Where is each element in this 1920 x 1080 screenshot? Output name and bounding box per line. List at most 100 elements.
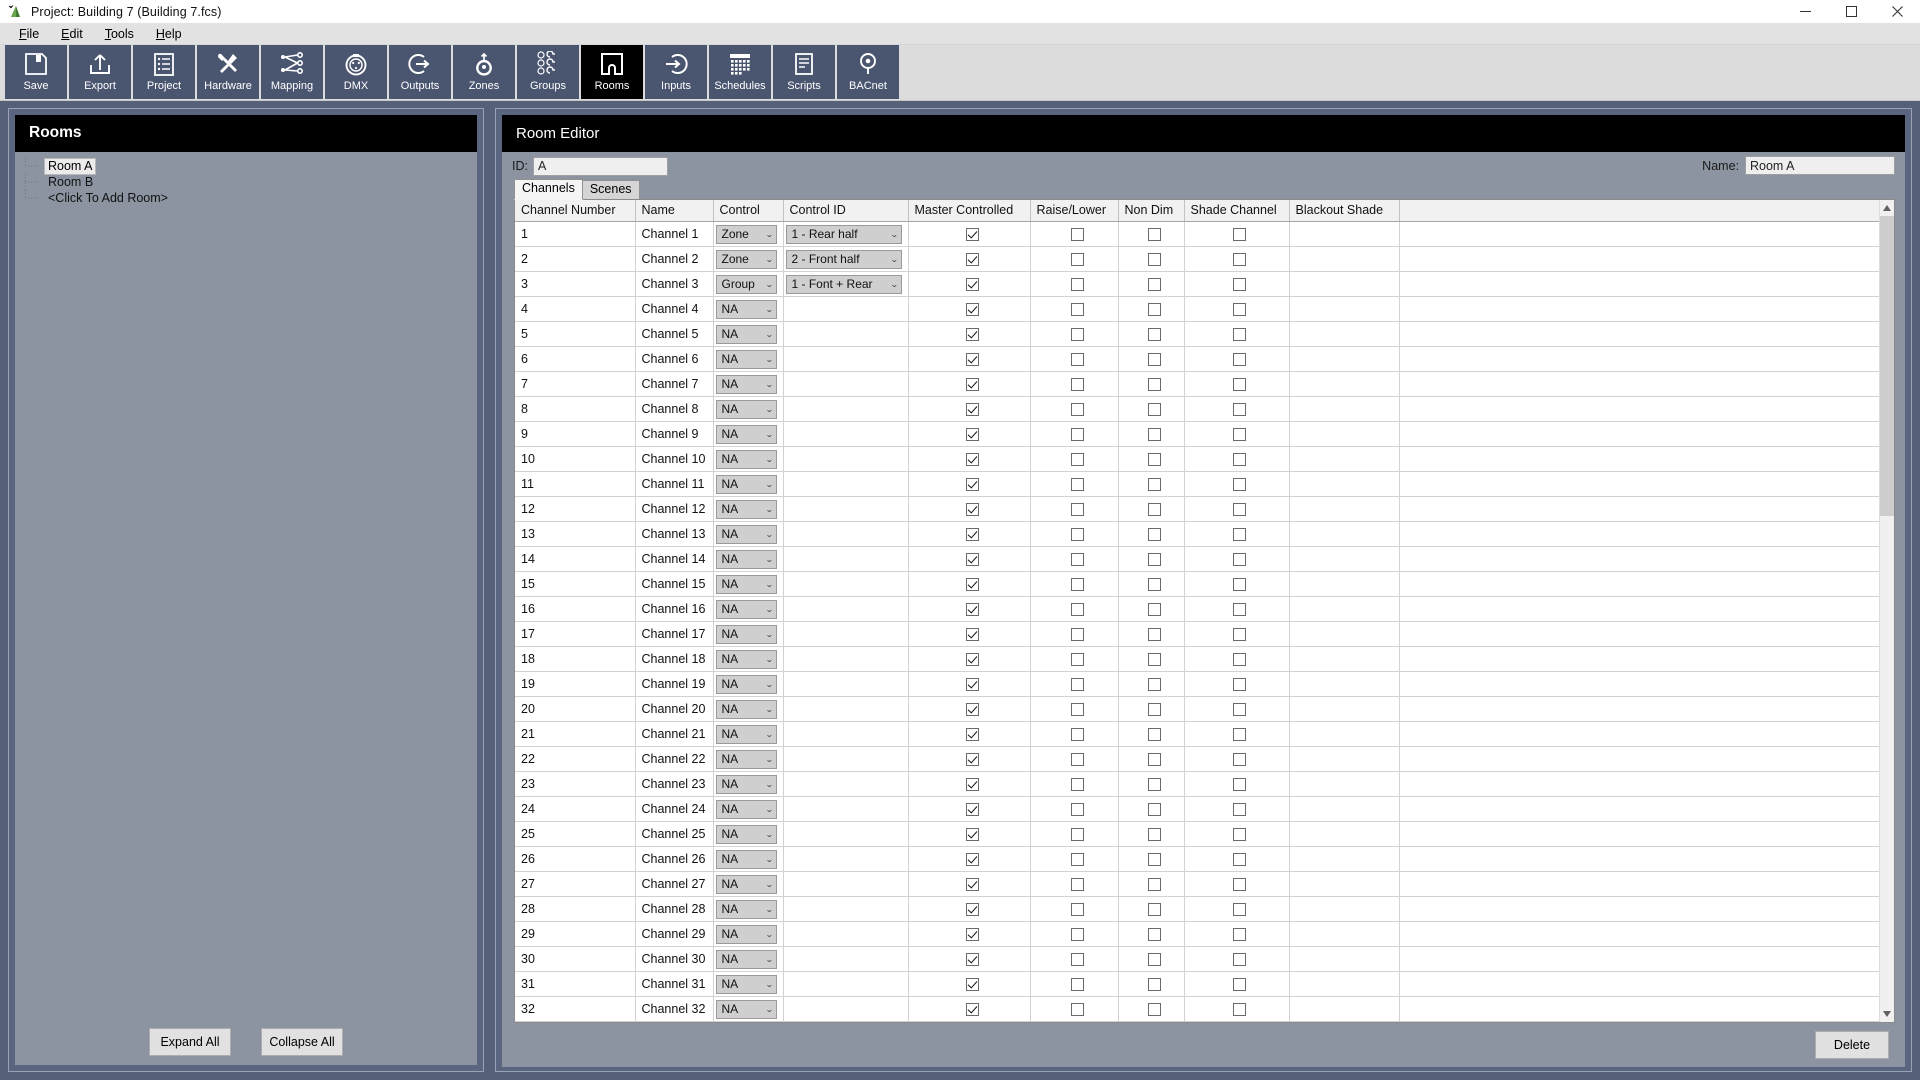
cell-control[interactable]: NA ⌄ [713, 996, 784, 1022]
checkbox[interactable] [1070, 603, 1084, 617]
checkbox[interactable] [1070, 278, 1084, 292]
tab-scenes[interactable]: Scenes [581, 180, 640, 199]
cell-non-dim[interactable] [1118, 296, 1185, 322]
control-dropdown[interactable]: NA ⌄ [715, 399, 777, 419]
cell-raise-lower[interactable] [1030, 946, 1119, 972]
checkbox[interactable] [965, 553, 979, 567]
control-dropdown[interactable]: NA ⌄ [715, 974, 777, 994]
checkbox[interactable] [1070, 478, 1084, 492]
cell-control[interactable]: NA ⌄ [713, 746, 784, 772]
cell-shade-channel[interactable] [1184, 871, 1290, 897]
cell-channel-number[interactable]: 26 [515, 846, 636, 872]
cell-shade-channel[interactable] [1184, 896, 1290, 922]
checkbox[interactable] [1147, 853, 1161, 867]
cell-shade-channel[interactable] [1184, 721, 1290, 747]
control-dropdown[interactable]: NA ⌄ [715, 924, 777, 944]
cell-channel-number[interactable]: 9 [515, 421, 636, 447]
control-dropdown[interactable]: NA ⌄ [715, 574, 777, 594]
cell-channel-number[interactable]: 1 [515, 221, 636, 247]
checkbox[interactable] [1147, 428, 1161, 442]
toolbar-button-groups[interactable]: Groups [517, 45, 579, 99]
control-dropdown[interactable]: NA ⌄ [715, 674, 777, 694]
cell-control[interactable]: NA ⌄ [713, 546, 784, 572]
table-row[interactable]: 19 Channel 19 NA ⌄ [515, 671, 1894, 697]
cell-shade-channel[interactable] [1184, 971, 1290, 997]
cell-shade-channel[interactable] [1184, 621, 1290, 647]
cell-name[interactable]: Channel 8 [635, 396, 714, 422]
cell-raise-lower[interactable] [1030, 896, 1119, 922]
control-dropdown[interactable]: NA ⌄ [715, 599, 777, 619]
checkbox[interactable] [1233, 553, 1246, 567]
menu-edit[interactable]: Edit [50, 24, 94, 44]
cell-raise-lower[interactable] [1030, 246, 1119, 272]
control-id-dropdown[interactable]: 1 - Rear half ⌄ [785, 224, 902, 244]
table-row[interactable]: 6 Channel 6 NA ⌄ [515, 346, 1894, 372]
cell-name[interactable]: Channel 26 [635, 846, 714, 872]
table-row[interactable]: 3 Channel 3 Group ⌄ 1 - Font + Rear ⌄ [515, 271, 1894, 297]
cell-non-dim[interactable] [1118, 671, 1185, 697]
cell-shade-channel[interactable] [1184, 846, 1290, 872]
cell-name[interactable]: Channel 25 [635, 821, 714, 847]
control-dropdown[interactable]: NA ⌄ [715, 374, 777, 394]
checkbox[interactable] [965, 628, 979, 642]
checkbox[interactable] [1233, 828, 1246, 842]
checkbox[interactable] [1147, 803, 1161, 817]
toolbar-button-dmx[interactable]: DMX [325, 45, 387, 99]
cell-master-controlled[interactable] [908, 471, 1031, 497]
cell-name[interactable]: Channel 32 [635, 996, 714, 1022]
cell-name[interactable]: Channel 17 [635, 621, 714, 647]
checkbox[interactable] [1070, 903, 1084, 917]
cell-raise-lower[interactable] [1030, 996, 1119, 1022]
cell-raise-lower[interactable] [1030, 721, 1119, 747]
checkbox[interactable] [1070, 653, 1084, 667]
cell-name[interactable]: Channel 29 [635, 921, 714, 947]
cell-raise-lower[interactable] [1030, 346, 1119, 372]
table-row[interactable]: 31 Channel 31 NA ⌄ [515, 971, 1894, 997]
checkbox[interactable] [965, 428, 979, 442]
checkbox[interactable] [965, 303, 979, 317]
checkbox[interactable] [1147, 828, 1161, 842]
cell-non-dim[interactable] [1118, 621, 1185, 647]
checkbox[interactable] [1147, 978, 1161, 992]
cell-shade-channel[interactable] [1184, 646, 1290, 672]
cell-shade-channel[interactable] [1184, 996, 1290, 1022]
checkbox[interactable] [1233, 478, 1246, 492]
cell-master-controlled[interactable] [908, 621, 1031, 647]
cell-name[interactable]: Channel 19 [635, 671, 714, 697]
cell-shade-channel[interactable] [1184, 746, 1290, 772]
toolbar-button-mapping[interactable]: Mapping [261, 45, 323, 99]
cell-channel-number[interactable]: 28 [515, 896, 636, 922]
control-dropdown[interactable]: NA ⌄ [715, 774, 777, 794]
cell-name[interactable]: Channel 7 [635, 371, 714, 397]
cell-channel-number[interactable]: 10 [515, 446, 636, 472]
control-dropdown[interactable]: NA ⌄ [715, 799, 777, 819]
col-control-id[interactable]: Control ID [783, 200, 909, 222]
cell-channel-number[interactable]: 29 [515, 921, 636, 947]
cell-control-id[interactable]: 1 - Font + Rear ⌄ [783, 271, 909, 297]
checkbox[interactable] [1233, 903, 1246, 917]
cell-control[interactable]: NA ⌄ [713, 346, 784, 372]
toolbar-button-hardware[interactable]: Hardware [197, 45, 259, 99]
cell-control[interactable]: NA ⌄ [713, 796, 784, 822]
cell-control[interactable]: NA ⌄ [713, 496, 784, 522]
cell-name[interactable]: Channel 14 [635, 546, 714, 572]
cell-master-controlled[interactable] [908, 946, 1031, 972]
checkbox[interactable] [965, 678, 979, 692]
checkbox[interactable] [965, 253, 979, 267]
table-row[interactable]: 15 Channel 15 NA ⌄ [515, 571, 1894, 597]
checkbox[interactable] [965, 778, 979, 792]
checkbox[interactable] [965, 1003, 979, 1017]
cell-non-dim[interactable] [1118, 846, 1185, 872]
checkbox[interactable] [1233, 628, 1246, 642]
checkbox[interactable] [1233, 278, 1246, 292]
toolbar-button-bacnet[interactable]: BACnet [837, 45, 899, 99]
table-row[interactable]: 28 Channel 28 NA ⌄ [515, 896, 1894, 922]
cell-name[interactable]: Channel 23 [635, 771, 714, 797]
checkbox[interactable] [1147, 228, 1161, 242]
checkbox[interactable] [965, 453, 979, 467]
cell-master-controlled[interactable] [908, 346, 1031, 372]
cell-raise-lower[interactable] [1030, 621, 1119, 647]
table-row[interactable]: 8 Channel 8 NA ⌄ [515, 396, 1894, 422]
checkbox[interactable] [1147, 603, 1161, 617]
checkbox[interactable] [1233, 953, 1246, 967]
